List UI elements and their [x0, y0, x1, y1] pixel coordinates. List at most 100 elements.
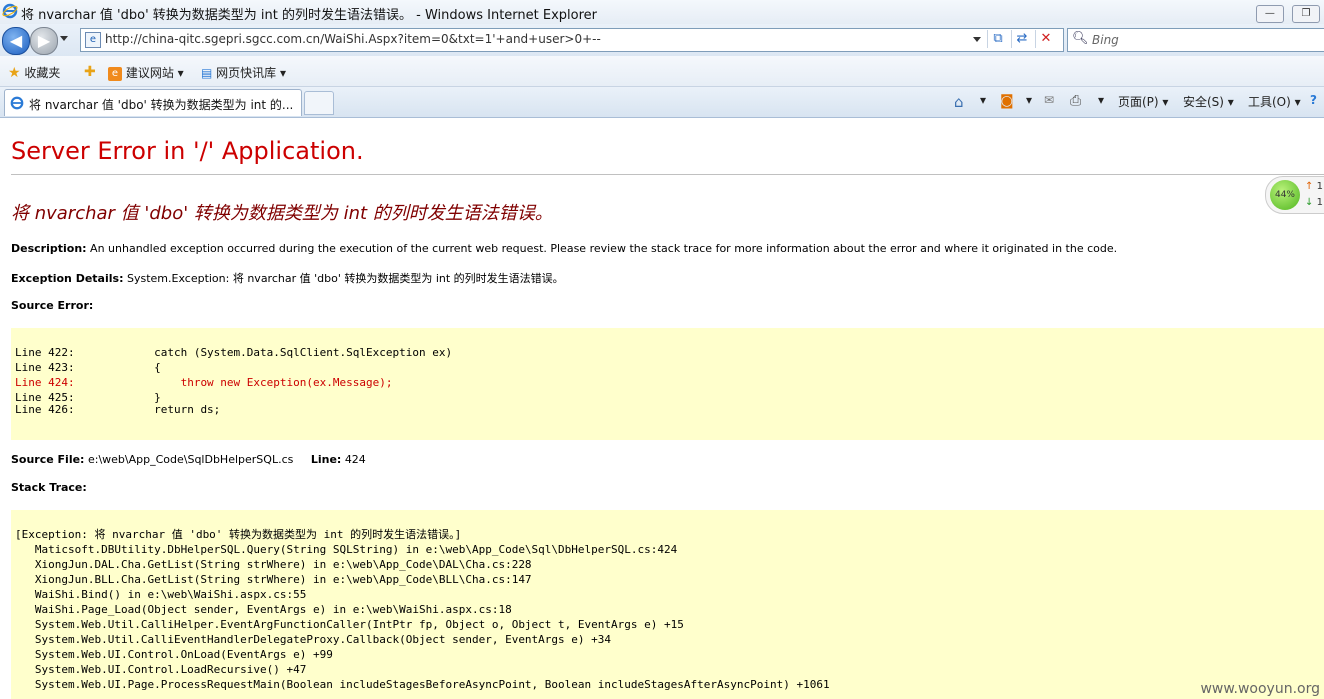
print-icon[interactable]: ⎙	[1070, 93, 1081, 109]
chevron-down-icon[interactable]: ▾	[980, 93, 986, 107]
search-icon[interactable]: 🔍︎	[1072, 31, 1089, 46]
stack-line: WaiShi.Page_Load(Object sender, EventArg…	[15, 603, 512, 616]
network-speed-widget[interactable]: 44% ↑ 1 ↓ 1	[1265, 176, 1324, 214]
line-code: throw new Exception(ex.Message);	[74, 376, 393, 389]
suggested-sites-icon: e	[108, 66, 122, 81]
stack-line: System.Web.UI.Control.LoadRecursive() +4…	[15, 663, 307, 676]
watermark: www.wooyun.org	[1200, 681, 1320, 697]
compatibility-view-icon[interactable]: ⧉	[987, 30, 1008, 48]
favorites-star-icon: ★	[8, 65, 21, 81]
upload-indicator: ↑ 1	[1305, 181, 1323, 192]
download-value: 1	[1316, 197, 1323, 208]
stack-line: System.Web.UI.Page.ProcessRequestMain(Bo…	[15, 678, 830, 691]
favorites-button[interactable]: ★ 收藏夹	[8, 64, 60, 81]
refresh-icon[interactable]: ⇄	[1011, 30, 1032, 48]
tab-bar: 将 nvarchar 值 'dbo' 转换为数据类型为 int 的... ⌂ ▾…	[0, 87, 1324, 118]
web-slice-label: 网页快讯库	[216, 66, 277, 80]
back-button[interactable]: ◀	[2, 27, 30, 55]
page-icon: e	[85, 32, 101, 48]
safety-menu-label: 安全(S)	[1183, 95, 1224, 109]
line-number: Line 424:	[15, 376, 75, 389]
stack-line: WaiShi.Bind() in e:\web\WaiShi.aspx.cs:5…	[15, 588, 307, 601]
source-file-label: Source File:	[11, 453, 85, 466]
stack-trace-label: Stack Trace:	[11, 481, 87, 494]
feeds-icon[interactable]: ◙	[1000, 93, 1014, 109]
error-title: 将 nvarchar 值 'dbo' 转换为数据类型为 int 的列时发生语法错…	[11, 203, 553, 224]
source-line-highlighted: Line 424: throw new Exception(ex.Message…	[15, 375, 393, 390]
source-line: Line 426: return ds;	[15, 402, 220, 417]
description-text: An unhandled exception occurred during t…	[90, 242, 1118, 255]
stack-trace-heading: Stack Trace:	[11, 481, 87, 494]
page-menu-label: 页面(P)	[1118, 95, 1159, 109]
safety-menu[interactable]: 安全(S) ▾	[1183, 93, 1234, 110]
line-label: Line:	[310, 453, 342, 466]
ie-logo-icon	[2, 3, 18, 19]
stack-line: Maticsoft.DBUtility.DbHelperSQL.Query(St…	[15, 543, 678, 556]
exception-label: Exception Details:	[11, 272, 124, 285]
stack-line: System.Web.Util.CalliHelper.EventArgFunc…	[15, 618, 684, 631]
suggested-sites-button[interactable]: e 建议网站 ▾	[108, 64, 184, 81]
stack-trace-block: [Exception: 将 nvarchar 值 'dbo' 转换为数据类型为 …	[11, 510, 1324, 699]
stop-icon[interactable]: ✕	[1035, 30, 1056, 48]
address-toolbar: ◀ ▶ e http://china-qitc.sgepri.sgcc.com.…	[0, 24, 1324, 56]
page-menu[interactable]: 页面(P) ▾	[1118, 93, 1168, 110]
source-line: Line 422: catch (System.Data.SqlClient.S…	[15, 345, 452, 360]
address-dropdown-icon[interactable]	[973, 37, 981, 42]
page-content: Server Error in '/' Application. 将 nvarc…	[0, 118, 1324, 699]
line-number: Line 423:	[15, 361, 75, 374]
favorites-bar: ★ 收藏夹 ✚ e 建议网站 ▾ ▤ 网页快讯库 ▾	[0, 56, 1324, 87]
usage-percent: 44%	[1270, 180, 1300, 210]
tools-menu-label: 工具(O)	[1248, 95, 1291, 109]
add-favorites-icon[interactable]: ✚	[84, 64, 96, 80]
address-bar[interactable]: e http://china-qitc.sgepri.sgcc.com.cn/W…	[80, 28, 1064, 52]
web-slice-gallery-button[interactable]: ▤ 网页快讯库 ▾	[201, 64, 286, 81]
line-code: {	[74, 361, 161, 374]
exception-details-row: Exception Details: System.Exception: 将 n…	[11, 270, 564, 286]
exception-text: System.Exception: 将 nvarchar 值 'dbo' 转换为…	[126, 272, 564, 285]
search-box[interactable]: 🔍︎ Bing	[1067, 28, 1324, 52]
chevron-down-icon[interactable]: ▾	[1098, 93, 1104, 107]
line-code: return ds;	[74, 403, 221, 416]
window-controls: — ❐	[1253, 1, 1320, 23]
chevron-down-icon[interactable]: ▾	[1026, 93, 1032, 107]
source-file-row: Source File: e:\web\App_Code\SqlDbHelper…	[11, 453, 366, 466]
chevron-down-icon: ▾	[177, 66, 184, 80]
maximize-button[interactable]: ❐	[1292, 5, 1320, 23]
web-slice-icon: ▤	[201, 66, 213, 80]
url-text[interactable]: http://china-qitc.sgepri.sgcc.com.cn/Wai…	[105, 32, 601, 46]
search-placeholder[interactable]: Bing	[1092, 33, 1119, 47]
download-indicator: ↓ 1	[1305, 197, 1323, 208]
source-error-label: Source Error:	[11, 299, 93, 312]
line-code: catch (System.Data.SqlClient.SqlExceptio…	[74, 346, 453, 359]
stack-line: XiongJun.DAL.Cha.GetList(String strWhere…	[15, 558, 532, 571]
stack-line: XiongJun.BLL.Cha.GetList(String strWhere…	[15, 573, 532, 586]
line-value: 424	[344, 453, 366, 466]
favorites-label: 收藏夹	[24, 66, 61, 80]
active-tab[interactable]: 将 nvarchar 值 'dbo' 转换为数据类型为 int 的...	[4, 89, 302, 116]
tab-label: 将 nvarchar 值 'dbo' 转换为数据类型为 int 的...	[29, 98, 294, 112]
read-mail-icon[interactable]: ✉	[1044, 93, 1054, 107]
description-row: Description: An unhandled exception occu…	[11, 242, 1117, 255]
tools-menu[interactable]: 工具(O) ▾	[1248, 93, 1301, 110]
recent-pages-dropdown[interactable]	[60, 36, 68, 41]
chevron-down-icon: ▾	[280, 66, 287, 80]
source-line: Line 423: {	[15, 360, 161, 375]
heading-divider	[11, 174, 1324, 175]
forward-button[interactable]: ▶	[30, 27, 58, 55]
page-heading: Server Error in '/' Application.	[11, 137, 364, 165]
source-code-block: Line 422: catch (System.Data.SqlClient.S…	[11, 328, 1324, 440]
line-number: Line 422:	[15, 346, 75, 359]
home-icon[interactable]: ⌂	[954, 93, 964, 111]
window-title: 将 nvarchar 值 'dbo' 转换为数据类型为 int 的列时发生语法错…	[21, 8, 597, 23]
description-label: Description:	[11, 242, 87, 255]
arrow-down-icon: ↓	[1305, 197, 1314, 208]
tab-ie-icon	[10, 95, 24, 114]
help-icon[interactable]: ?	[1310, 93, 1317, 107]
source-file-value: e:\web\App_Code\SqlDbHelperSQL.cs	[87, 453, 294, 466]
source-error-heading: Source Error:	[11, 299, 94, 312]
arrow-up-icon: ↑	[1305, 181, 1314, 192]
stack-line: [Exception: 将 nvarchar 值 'dbo' 转换为数据类型为 …	[15, 528, 462, 541]
new-tab-button[interactable]	[304, 91, 334, 115]
minimize-button[interactable]: —	[1255, 5, 1284, 23]
line-number: Line 426:	[15, 403, 75, 416]
